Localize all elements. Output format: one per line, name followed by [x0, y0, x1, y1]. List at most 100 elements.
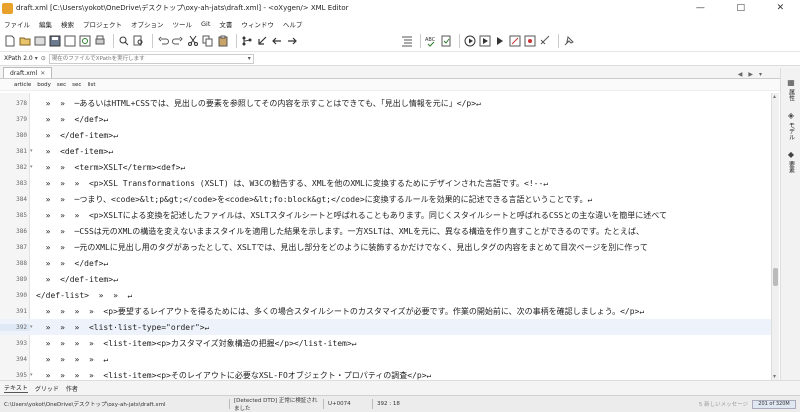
undo-icon[interactable]: [157, 35, 169, 47]
code-text[interactable]: » » ─あるいはHTML+CSSでは、見出しの要素を参照してその内容を示すこと…: [36, 98, 481, 109]
arrow-down-left-icon[interactable]: [256, 35, 268, 47]
menu-file[interactable]: ファイル: [4, 19, 30, 29]
xpath-version-select[interactable]: XPath 2.0: [4, 55, 33, 62]
code-line[interactable]: 381 ▾ » <def-item>↵: [0, 143, 771, 159]
tab-prev-icon[interactable]: ◀: [738, 71, 743, 78]
xpath-options-icon[interactable]: ⊙: [41, 55, 46, 62]
format-indent-icon[interactable]: [401, 35, 413, 47]
apply-scenarios-icon[interactable]: [494, 35, 506, 47]
open-folder-icon[interactable]: [19, 35, 31, 47]
code-line[interactable]: 380 » </def-item>↵: [0, 127, 771, 143]
code-line[interactable]: 394 » » » » ↵: [0, 351, 771, 367]
menu-document[interactable]: 文書: [219, 19, 232, 29]
save-icon[interactable]: [49, 35, 61, 47]
mode-text[interactable]: テキスト: [4, 383, 28, 393]
code-text[interactable]: » » </def>↵: [36, 115, 109, 124]
memory-indicator[interactable]: 201 of 320M: [752, 399, 796, 409]
chevron-down-icon[interactable]: ▾: [35, 55, 38, 62]
pin-icon[interactable]: [563, 35, 575, 47]
side-view-attributes[interactable]: ▦ 属性: [781, 78, 800, 101]
breadcrumb-item[interactable]: sec: [72, 82, 81, 88]
scrollbar-thumb[interactable]: [773, 268, 778, 286]
editor-vertical-scrollbar[interactable]: ▴ ▾: [771, 93, 779, 380]
menu-find[interactable]: 検索: [61, 19, 74, 29]
breadcrumb-item[interactable]: body: [37, 82, 51, 88]
scroll-down-icon[interactable]: ▾: [773, 373, 776, 380]
redo-icon[interactable]: [172, 35, 184, 47]
breadcrumb-item[interactable]: list: [87, 82, 95, 88]
code-line[interactable]: 391 » » » » <p>要望するレイアウトを得るためには、多くの場合スタイ…: [0, 303, 771, 319]
copy-icon[interactable]: [202, 35, 214, 47]
code-line[interactable]: 383 » » » <p>XSL Transformations (XSLT) …: [0, 175, 771, 191]
cut-icon[interactable]: [187, 35, 199, 47]
code-line[interactable]: 388 » » </def>↵: [0, 255, 771, 271]
chevron-down-icon[interactable]: ▾: [248, 55, 251, 63]
xpath-input[interactable]: 現在のファイルでXPathを実行します ▾: [48, 53, 254, 64]
code-line[interactable]: 392 ▾ » » » <list·list-type="order">↵: [0, 319, 771, 335]
configure-transformation-icon[interactable]: [479, 35, 491, 47]
breadcrumb-item[interactable]: sec: [57, 82, 66, 88]
run-transformation-icon[interactable]: [464, 35, 476, 47]
code-line[interactable]: 393 » » » » <list-item><p>カスタマイズ対象構造の把握<…: [0, 335, 771, 351]
xquery-debugger-icon[interactable]: [524, 35, 536, 47]
code-text[interactable]: » <def-item>↵: [36, 147, 113, 156]
maximize-button[interactable]: □: [736, 3, 745, 13]
tab-list-icon[interactable]: ▾: [759, 71, 762, 78]
text-editor[interactable]: 378 » » ─あるいはHTML+CSSでは、見出しの要素を参照してその内容を…: [0, 93, 771, 380]
minimize-button[interactable]: —: [696, 3, 705, 13]
mode-grid[interactable]: グリッド: [35, 384, 59, 393]
side-view-model[interactable]: ◈ モデル: [781, 111, 800, 140]
print-icon[interactable]: [94, 35, 106, 47]
mode-author[interactable]: 作者: [66, 384, 78, 393]
paste-icon[interactable]: [217, 35, 229, 47]
validate-icon[interactable]: [440, 35, 452, 47]
code-text[interactable]: » » ─CSSは元のXMLの構造を変えないままスタイルを適用した結果を示します…: [36, 226, 644, 237]
git-icon[interactable]: [241, 35, 253, 47]
spell-check-icon[interactable]: ABC: [425, 35, 437, 47]
code-text[interactable]: » » » <p>XSL Transformations (XSLT) は、W3…: [36, 178, 548, 189]
save-all-icon[interactable]: [64, 35, 76, 47]
menu-project[interactable]: プロジェクト: [83, 19, 122, 29]
menu-options[interactable]: オプション: [131, 19, 164, 29]
forward-arrow-icon[interactable]: [286, 35, 298, 47]
open-url-icon[interactable]: [34, 35, 46, 47]
find-replace-icon[interactable]: [118, 35, 130, 47]
code-line[interactable]: 382 ▾ » » <term>XSLT</term><def>↵: [0, 159, 771, 175]
code-line[interactable]: 387 » » ─元のXMLに見出し用のタグがあったとして、XSLTでは、見出し…: [0, 239, 771, 255]
code-line[interactable]: 386 » » ─CSSは元のXMLの構造を変えないままスタイルを適用した結果を…: [0, 223, 771, 239]
reload-icon[interactable]: [79, 35, 91, 47]
menu-tools[interactable]: ツール: [173, 19, 193, 29]
code-line[interactable]: 389 » </def-item>↵: [0, 271, 771, 287]
tab-next-icon[interactable]: ▶: [748, 71, 753, 78]
code-text[interactable]: » </def-item>↵: [36, 131, 118, 140]
tab-draft-xml[interactable]: draft.xml ✕: [3, 67, 53, 78]
find-in-files-icon[interactable]: [133, 35, 145, 47]
code-line[interactable]: 378 » » ─あるいはHTML+CSSでは、見出しの要素を参照してその内容を…: [0, 95, 771, 111]
code-line[interactable]: 384 » » ─つまり、<code>&lt;p&gt;</code>を<cod…: [0, 191, 771, 207]
new-file-icon[interactable]: [4, 35, 16, 47]
menu-git[interactable]: Git: [201, 20, 210, 28]
close-window-button[interactable]: ✕: [777, 3, 785, 13]
code-text[interactable]: » » ─つまり、<code>&lt;p&gt;</code>を<code>&l…: [36, 194, 593, 205]
back-arrow-icon[interactable]: [271, 35, 283, 47]
menu-help[interactable]: ヘルプ: [283, 19, 303, 29]
side-view-elements[interactable]: ◆ 要素: [781, 150, 800, 173]
code-text[interactable]: » » <term>XSLT</term><def>↵: [36, 163, 186, 172]
code-line[interactable]: 385 » » » <p>XSLTによる変換を記述したファイルは、XSLTスタイ…: [0, 207, 771, 223]
code-line[interactable]: 390 </def-list> » » ↵: [0, 287, 771, 303]
code-text[interactable]: </def-list> » » ↵: [36, 291, 132, 300]
wsdl-soap-icon[interactable]: [539, 35, 551, 47]
code-text[interactable]: » </def-item>↵: [36, 275, 118, 284]
code-text[interactable]: » » » » ↵: [36, 355, 109, 364]
menu-edit[interactable]: 編集: [39, 19, 52, 29]
code-line[interactable]: 379 » » </def>↵: [0, 111, 771, 127]
code-text[interactable]: » » » » <list-item><p>カスタマイズ対象構造の把握</p><…: [36, 338, 357, 349]
code-line[interactable]: 395 ▾ » » » » <list-item><p>そのレイアウトに必要なXS…: [0, 367, 771, 380]
breadcrumb-item[interactable]: article: [14, 82, 31, 88]
code-text[interactable]: » » ─元のXMLに見出し用のタグがあったとして、XSLTでは、見出し部分をど…: [36, 242, 648, 253]
status-messages[interactable]: 5 新しいメッセージ: [417, 400, 752, 408]
code-text[interactable]: » » </def>↵: [36, 259, 109, 268]
close-tab-icon[interactable]: ✕: [40, 70, 45, 77]
menu-window[interactable]: ウィンドウ: [241, 19, 274, 29]
scroll-up-icon[interactable]: ▴: [773, 93, 776, 100]
